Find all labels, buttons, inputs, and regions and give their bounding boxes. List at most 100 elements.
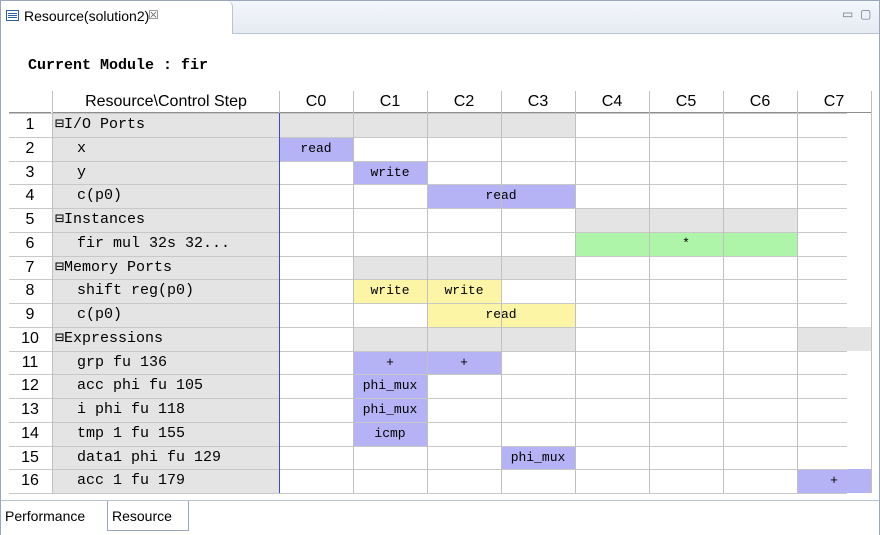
header-resource[interactable]: Resource\Control Step [53,91,279,113]
row-number: 8 [25,282,35,300]
row-number: 12 [21,377,39,395]
group-row-label[interactable]: ⊟Memory Ports [53,255,279,280]
op-cell[interactable]: phi_mux [501,445,575,470]
op-cell[interactable]: icmp [353,421,427,446]
row-separator [9,493,847,494]
resource-row-label[interactable]: fir mul 32s 32... [53,231,279,256]
row-separator [9,160,847,162]
resource-row-label[interactable]: grp fu 136 [53,350,279,375]
row-number: 5 [25,211,35,228]
header-rownum [9,91,51,113]
row-separator [9,398,847,399]
row-number: 1 [25,116,35,133]
col-separator [723,91,724,493]
op-cell[interactable]: write [353,160,427,185]
op-cell[interactable]: * [575,231,797,256]
row-number: 3 [25,163,35,181]
group-span [797,326,871,351]
table-view-icon [6,10,19,21]
header-step-c1[interactable]: C1 [353,91,427,113]
col-separator [52,91,53,493]
header-step-label: C4 [601,93,623,110]
row-separator [9,421,847,423]
current-module-label: Current Module : fir [28,57,209,74]
row-number: 15 [21,448,39,466]
row-number: 16 [21,472,39,490]
row-number: 6 [25,234,35,252]
row-separator [9,469,847,471]
row-separator [9,303,847,304]
resource-row-label[interactable]: c(p0) [53,303,279,327]
op-cell[interactable]: + [797,469,871,493]
editor-tab-bar: Resource(solution2) ☒ ▭ ▢ [1,1,879,34]
row-number: 10 [21,329,39,347]
header-step-label: C2 [453,93,475,110]
close-tab-icon[interactable]: ☒ [148,8,159,22]
resource-row-label[interactable]: shift reg(p0) [53,279,279,303]
col-separator [649,91,650,493]
maximize-icon[interactable]: ▢ [860,7,871,21]
row-separator [9,208,847,209]
header-step-label: C6 [749,93,771,110]
col-separator [797,91,798,493]
group-row-label[interactable]: ⊟Instances [53,208,279,232]
op-cell[interactable]: write [353,279,427,303]
col-separator [871,91,872,493]
col-separator [353,91,354,493]
col-separator [427,91,428,493]
op-cell[interactable]: read [279,136,353,161]
tab-title: Resource(solution2) [24,8,150,24]
resource-row-label[interactable]: acc phi fu 105 [53,374,279,398]
resource-row-label[interactable]: tmp 1 fu 155 [53,421,279,446]
group-span [353,326,575,351]
resource-row-label[interactable]: y [53,160,279,185]
resource-divider-line [279,113,280,493]
row-separator [9,136,847,138]
row-separator [9,350,847,352]
row-separator [9,113,847,114]
op-cell[interactable]: phi_mux [353,374,427,398]
header-step-label: C0 [305,93,327,110]
header-step-c5[interactable]: C5 [649,91,723,113]
header-step-c4[interactable]: C4 [575,91,649,113]
header-step-c3[interactable]: C3 [501,91,575,113]
tab-resource-solution2[interactable]: Resource(solution2) ☒ [1,1,233,34]
header-step-label: C3 [527,93,549,110]
row-separator [9,374,847,376]
op-cell[interactable]: write [427,279,501,303]
tab-performance[interactable]: Performance [3,501,105,531]
group-span [353,255,575,280]
row-separator [9,279,847,281]
header-step-c7[interactable]: C7 [797,91,871,113]
view-tabs: Performance Resource [1,500,879,535]
group-row-label[interactable]: ⊟Expressions [53,326,279,351]
op-cell[interactable]: phi_mux [353,398,427,422]
header-step-label: C5 [675,93,697,110]
row-separator [9,184,847,186]
op-cell[interactable]: + [427,350,501,375]
resource-row-label[interactable]: i phi fu 118 [53,398,279,422]
row-separator [9,231,847,233]
row-number: 7 [25,258,35,276]
header-step-c0[interactable]: C0 [279,91,353,113]
row-separator [9,255,847,257]
op-cell[interactable]: + [353,350,427,375]
resource-row-label[interactable]: c(p0) [53,184,279,208]
minimize-icon[interactable]: ▭ [842,7,853,21]
header-step-c6[interactable]: C6 [723,91,797,113]
resource-row-label[interactable]: acc 1 fu 179 [53,469,279,493]
header-step-label: C1 [379,93,401,110]
row-number: 14 [21,424,39,442]
resource-content: Current Module : fir Resource\Control St… [1,34,879,500]
header-step-c2[interactable]: C2 [427,91,501,113]
col-separator [501,91,502,493]
row-separator [9,445,847,447]
resource-row-label[interactable]: data1 phi fu 129 [53,445,279,470]
tab-resource[interactable]: Resource [107,501,189,531]
row-number: 4 [25,187,35,205]
group-row-label[interactable]: ⊟I/O Ports [53,113,279,137]
col-separator [575,91,576,493]
header-step-label: C7 [823,93,845,110]
resource-row-label[interactable]: x [53,136,279,161]
row-number: 13 [21,401,39,418]
